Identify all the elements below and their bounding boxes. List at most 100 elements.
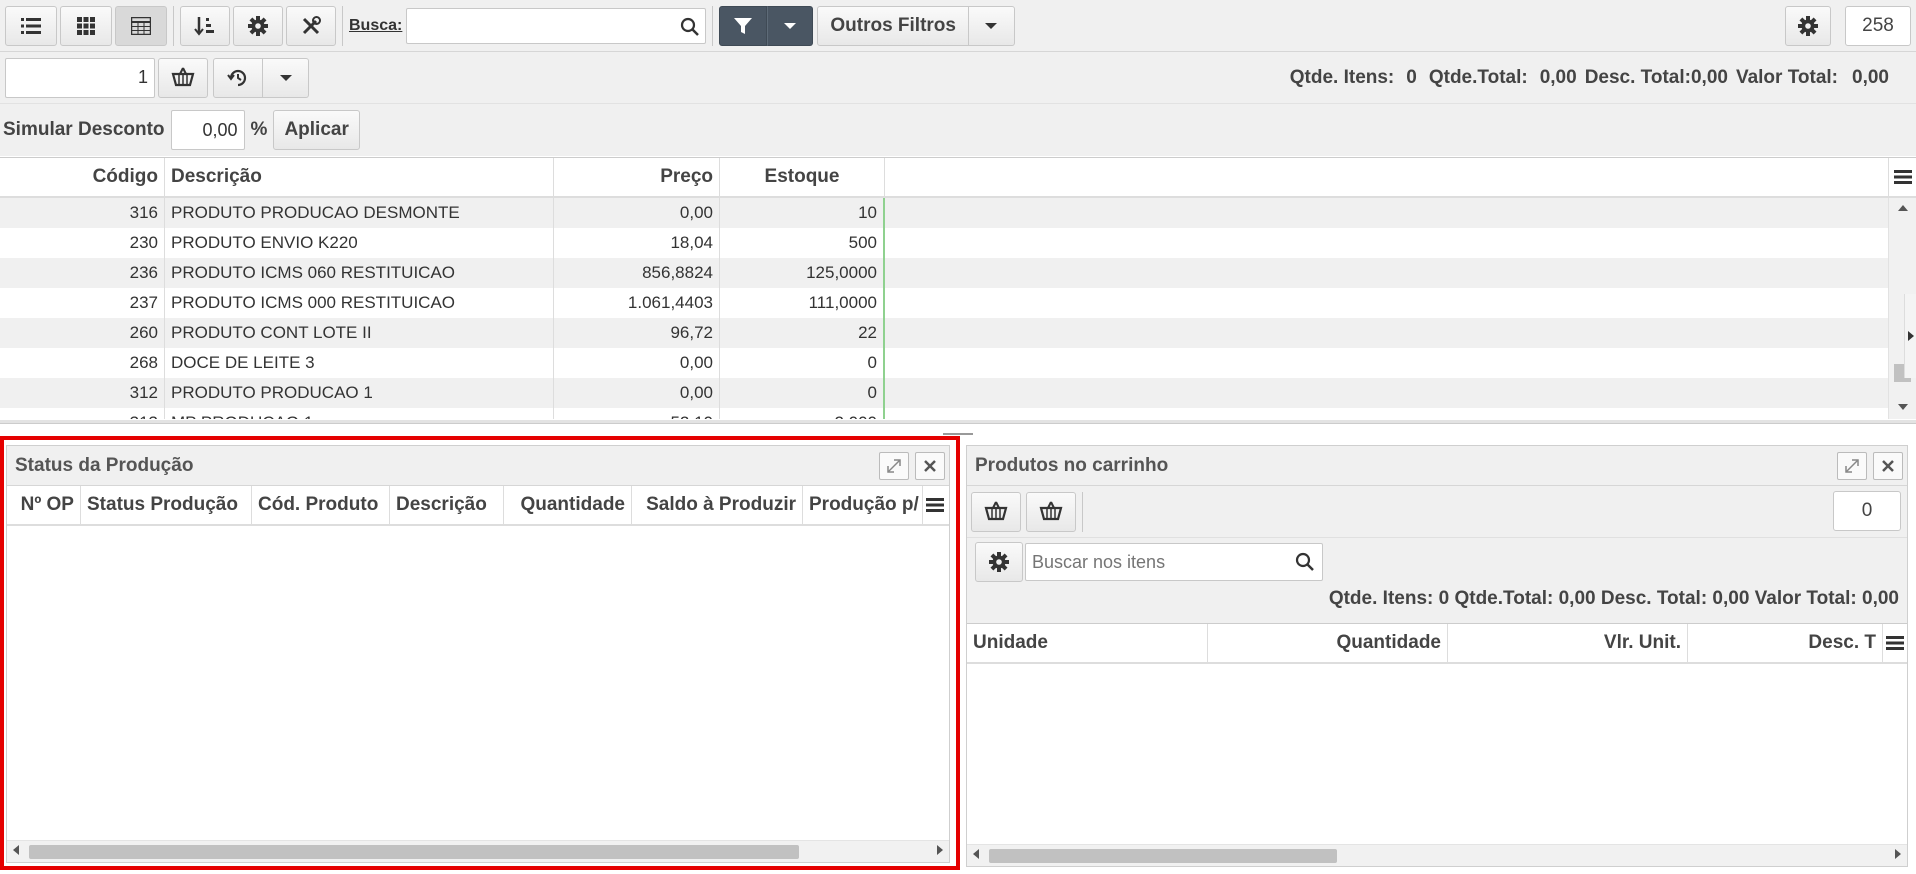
- cart-count-badge: 0: [1833, 491, 1901, 531]
- production-status-header: Nº OP Status Produção Cód. Produto Descr…: [7, 486, 949, 526]
- cart-search-input[interactable]: [1025, 543, 1323, 581]
- cell-price: 96,72: [554, 318, 720, 348]
- table-icon: [131, 16, 151, 35]
- horizontal-scrollbar[interactable]: [7, 840, 949, 862]
- tools-button[interactable]: [286, 5, 336, 46]
- table-row[interactable]: 316 PRODUTO PRODUCAO DESMONTE 0,00 10: [0, 198, 1916, 228]
- column-header-product-code[interactable]: Cód. Produto: [252, 486, 390, 524]
- search-icon[interactable]: [680, 17, 700, 37]
- cell-stock: 111,0000: [720, 288, 885, 318]
- other-filters-group: Outros Filtros: [817, 5, 1015, 46]
- column-header-unit-price[interactable]: Vlr. Unit.: [1448, 624, 1688, 662]
- close-button[interactable]: [915, 452, 945, 480]
- side-panel-toggle[interactable]: [1904, 294, 1916, 378]
- discount-input[interactable]: [170, 110, 245, 150]
- cart-settings-button[interactable]: [975, 542, 1023, 582]
- cell-stock: 10: [720, 198, 885, 228]
- cart-search-row: [967, 538, 1907, 586]
- column-header-op-number[interactable]: Nº OP: [7, 486, 81, 524]
- splitter[interactable]: [0, 420, 1916, 424]
- column-menu-button[interactable]: [1883, 624, 1907, 662]
- column-header-description[interactable]: Descrição: [390, 486, 504, 524]
- percent-label: %: [250, 119, 268, 140]
- column-header-unit[interactable]: Unidade: [967, 624, 1208, 662]
- gear-icon: [1798, 15, 1818, 36]
- table-row[interactable]: 260 PRODUTO CONT LOTE II 96,72 22: [0, 318, 1916, 348]
- column-menu-button[interactable]: [923, 486, 947, 524]
- column-header-code[interactable]: Código: [0, 158, 165, 196]
- cell-stock: 0: [720, 378, 885, 408]
- config-button[interactable]: [1785, 5, 1831, 46]
- column-header-stock[interactable]: Estoque: [720, 158, 885, 196]
- filter-dropdown-button[interactable]: [767, 5, 814, 46]
- cell-stock: 125,0000: [720, 258, 885, 288]
- column-menu-button[interactable]: [1888, 158, 1916, 196]
- history-button[interactable]: [213, 57, 263, 98]
- cell-description: MP PRODUCAO 1: [165, 408, 554, 419]
- column-header-quantity[interactable]: Quantidade: [504, 486, 632, 524]
- search-label: Busca:: [349, 16, 403, 34]
- apply-discount-button[interactable]: Aplicar: [273, 110, 360, 150]
- history-dropdown-button[interactable]: [263, 57, 309, 98]
- close-button[interactable]: [1873, 452, 1903, 480]
- expand-icon: [1845, 459, 1859, 473]
- scroll-right-icon[interactable]: [1895, 849, 1901, 859]
- search-input[interactable]: [406, 7, 707, 44]
- maximize-button[interactable]: [879, 452, 909, 480]
- cell-description: DOCE DE LEITE 3: [165, 348, 554, 378]
- scroll-left-icon[interactable]: [973, 849, 979, 859]
- column-header-production-for[interactable]: Produção p/: [803, 486, 923, 524]
- other-filters-dropdown-button[interactable]: [968, 5, 1015, 46]
- scroll-thumb[interactable]: [989, 849, 1337, 863]
- discount-label: Simular Desconto: [3, 119, 165, 140]
- production-status-title-bar: Status da Produção: [7, 446, 949, 486]
- quantity-input[interactable]: [5, 57, 155, 98]
- scroll-right-icon[interactable]: [937, 845, 943, 855]
- settings-button[interactable]: [233, 5, 283, 46]
- table-view-button[interactable]: [115, 5, 167, 46]
- grid-icon: [77, 16, 95, 35]
- cell-price: 0,00: [554, 348, 720, 378]
- column-header-balance[interactable]: Saldo à Produzir: [632, 486, 803, 524]
- cell-code: 316: [0, 198, 165, 228]
- valor-total-label: Valor Total:: [1735, 66, 1839, 88]
- scroll-thumb[interactable]: [29, 845, 799, 859]
- table-row[interactable]: 237 PRODUTO ICMS 000 RESTITUICAO 1.061,440…: [0, 288, 1916, 318]
- cart-add-icon: [984, 501, 1008, 520]
- column-header-price[interactable]: Preço: [554, 158, 720, 196]
- scroll-up-icon[interactable]: [1898, 205, 1908, 211]
- production-status-panel: Status da Produção Nº OP Status Produção…: [6, 445, 950, 863]
- cart-search-box: [1025, 543, 1323, 581]
- close-icon: [1882, 460, 1894, 472]
- search-icon[interactable]: [1295, 552, 1315, 572]
- filter-button[interactable]: [719, 5, 768, 46]
- list-view-button[interactable]: [5, 5, 57, 46]
- cart-summary: Qtde. Itens: 0 Qtde.Total: 0,00 Desc. Total:…: [1290, 67, 1911, 89]
- table-row[interactable]: 312 PRODUTO PRODUCAO 1 0,00 0: [0, 378, 1916, 408]
- panel-title: Status da Produção: [15, 454, 194, 476]
- cell-code: 237: [0, 288, 165, 318]
- scroll-left-icon[interactable]: [13, 845, 19, 855]
- scroll-down-icon[interactable]: [1898, 404, 1908, 410]
- cart-remove-icon: [1039, 501, 1063, 520]
- cart-remove-button[interactable]: [1026, 491, 1076, 532]
- table-row[interactable]: 236 PRODUTO ICMS 060 RESTITUICAO 856,8824 1…: [0, 258, 1916, 288]
- horizontal-scrollbar[interactable]: [967, 844, 1907, 866]
- cell-description: PRODUTO PRODUCAO 1: [165, 378, 554, 408]
- maximize-button[interactable]: [1837, 452, 1867, 480]
- cart-toolbar: Qtde. Itens:0Qtde.Total:0,00Desc. Total:…: [0, 52, 1916, 104]
- table-row[interactable]: 313MP PRODUCAO 152,102.000: [0, 408, 1916, 419]
- caret-right-icon: [1907, 331, 1914, 341]
- cart-add-button[interactable]: [971, 491, 1021, 532]
- grid-view-button[interactable]: [60, 5, 112, 46]
- column-header-quantity[interactable]: Quantidade: [1208, 624, 1448, 662]
- sort-button[interactable]: [180, 5, 230, 46]
- table-row[interactable]: 268 DOCE DE LEITE 3 0,00 0: [0, 348, 1916, 378]
- cell-price: 0,00: [554, 198, 720, 228]
- other-filters-button[interactable]: Outros Filtros: [817, 5, 969, 46]
- column-header-discount[interactable]: Desc. T: [1688, 624, 1883, 662]
- table-row[interactable]: 230 PRODUTO ENVIO K220 18,04 500: [0, 228, 1916, 258]
- column-header-description[interactable]: Descrição: [165, 158, 554, 196]
- add-to-cart-button[interactable]: [158, 57, 208, 98]
- column-header-status[interactable]: Status Produção: [81, 486, 252, 524]
